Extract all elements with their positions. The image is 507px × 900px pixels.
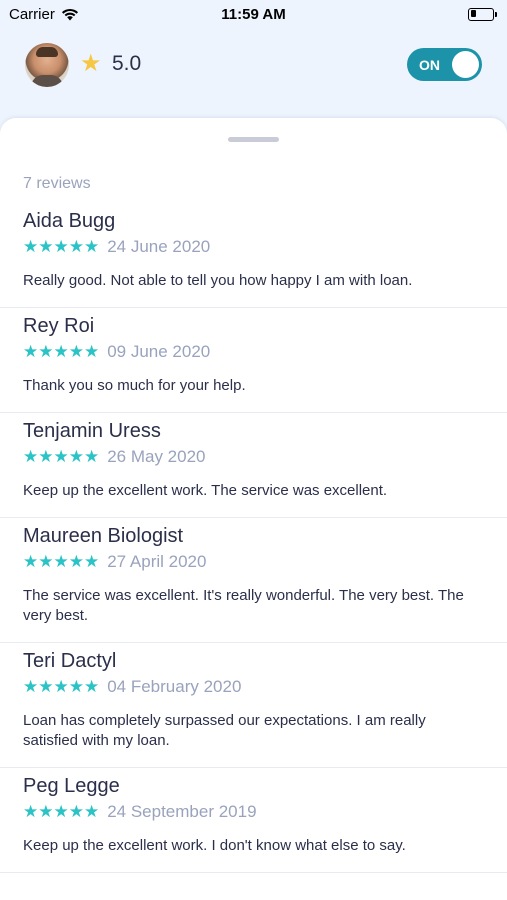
avatar[interactable]	[25, 43, 69, 87]
review-date: 09 June 2020	[107, 342, 211, 361]
star-rating-icon: ★★★★★	[23, 677, 100, 696]
star-icon: ★	[80, 50, 102, 77]
reviewer-name: Peg Legge	[23, 775, 120, 797]
star-rating-icon: ★★★★★	[23, 552, 100, 571]
review-text: Loan has completely surpassed our expect…	[23, 712, 426, 749]
star-rating-icon: ★★★★★	[23, 342, 100, 361]
toggle-knob	[452, 51, 479, 78]
review-text: The service was excellent. It's really w…	[23, 587, 464, 624]
reviewer-name: Tenjamin Uress	[23, 420, 161, 442]
toggle-label: ON	[419, 56, 440, 73]
wifi-icon	[61, 8, 78, 20]
review-item: Rey Roi ★★★★★ 09 June 2020 Thank you so …	[0, 308, 507, 413]
review-text: Really good. Not able to tell you how ha…	[23, 272, 413, 289]
header: ★ 5.0 ON	[0, 28, 507, 118]
review-date: 24 September 2019	[107, 802, 257, 821]
review-meta: ★★★★★ 09 June 2020	[23, 341, 484, 363]
review-meta: ★★★★★ 24 September 2019	[23, 801, 484, 823]
review-item: Tenjamin Uress ★★★★★ 26 May 2020 Keep up…	[0, 413, 507, 518]
review-list: Aida Bugg ★★★★★ 24 June 2020 Really good…	[0, 203, 507, 873]
review-item: Maureen Biologist ★★★★★ 27 April 2020 Th…	[0, 518, 507, 643]
status-bar: Carrier 11:59 AM	[0, 0, 507, 28]
star-rating-icon: ★★★★★	[23, 237, 100, 256]
reviewer-name: Rey Roi	[23, 315, 95, 337]
battery-icon	[468, 7, 497, 21]
review-meta: ★★★★★ 27 April 2020	[23, 551, 484, 573]
review-meta: ★★★★★ 04 February 2020	[23, 676, 484, 698]
reviewer-name: Aida Bugg	[23, 210, 116, 232]
battery-level	[470, 10, 476, 17]
review-text: Keep up the excellent work. The service …	[23, 482, 388, 499]
review-meta: ★★★★★ 26 May 2020	[23, 446, 484, 468]
star-rating-icon: ★★★★★	[23, 447, 100, 466]
reviews-sheet: 7 reviews Aida Bugg ★★★★★ 24 June 2020 R…	[0, 118, 507, 900]
drag-handle[interactable]	[228, 137, 279, 142]
reviewer-name: Teri Dactyl	[23, 650, 117, 672]
review-date: 24 June 2020	[107, 237, 211, 256]
review-item: Aida Bugg ★★★★★ 24 June 2020 Really good…	[0, 203, 507, 308]
review-text: Keep up the excellent work. I don't know…	[23, 837, 406, 854]
review-meta: ★★★★★ 24 June 2020	[23, 236, 484, 258]
review-date: 26 May 2020	[107, 447, 206, 466]
review-item: Teri Dactyl ★★★★★ 04 February 2020 Loan …	[0, 643, 507, 768]
rating-value: 5.0	[112, 52, 142, 75]
review-date: 04 February 2020	[107, 677, 242, 696]
review-item: Peg Legge ★★★★★ 24 September 2019 Keep u…	[0, 768, 507, 873]
star-rating-icon: ★★★★★	[23, 802, 100, 821]
status-left: Carrier	[9, 6, 79, 23]
review-date: 27 April 2020	[107, 552, 207, 571]
review-text: Thank you so much for your help.	[23, 377, 246, 394]
availability-toggle[interactable]: ON	[407, 48, 482, 81]
reviews-count: 7 reviews	[23, 175, 91, 192]
carrier-label: Carrier	[9, 5, 55, 23]
reviewer-name: Maureen Biologist	[23, 525, 184, 547]
